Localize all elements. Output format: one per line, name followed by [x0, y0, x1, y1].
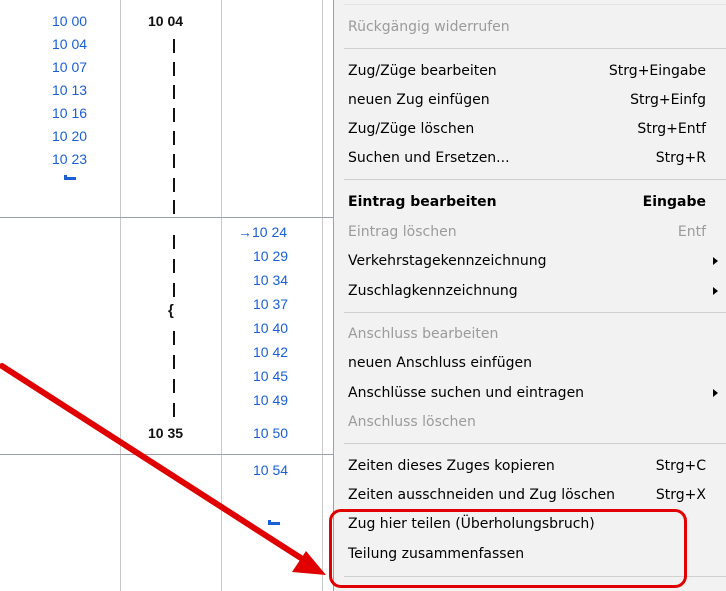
menu-item-surcharge[interactable]: Zuschlagkennzeichnung	[348, 278, 718, 304]
menu-shortcut: Strg+X	[655, 487, 706, 503]
time-cell[interactable]: 10 40	[253, 318, 288, 338]
menu-item-label: Anschluss löschen	[348, 414, 476, 430]
pass-bar-icon	[173, 355, 175, 369]
time-cell-bold[interactable]: 10 04	[148, 11, 183, 31]
row-divider	[0, 217, 333, 218]
menu-shortcut: Entf	[677, 224, 706, 240]
pass-bar-icon	[173, 154, 175, 168]
submenu-arrow-icon	[713, 257, 718, 265]
column-divider	[322, 0, 323, 591]
menu-item-label: Zug/Züge bearbeiten	[348, 63, 497, 79]
menu-item-edit-trains[interactable]: Zug/Züge bearbeiten Strg+Eingabe	[348, 58, 708, 84]
time-cell[interactable]: 10 07	[52, 57, 87, 77]
menu-shortcut: Strg+Entf	[637, 121, 706, 137]
menu-item-label: Anschlüsse suchen und eintragen	[348, 385, 585, 401]
pass-bar-icon	[173, 379, 175, 393]
submenu-arrow-icon	[713, 287, 718, 295]
time-cell[interactable]: 10 50	[253, 423, 288, 443]
menu-item-label: Eintrag bearbeiten	[348, 194, 497, 210]
time-cell[interactable]: 10 16	[52, 103, 87, 123]
menu-shortcut: Eingabe	[642, 194, 706, 210]
pass-bar-icon	[173, 331, 175, 345]
menu-item-label: Zuschlagkennzeichnung	[348, 283, 518, 299]
menu-item-undo[interactable]: Rückgängig widerrufen	[348, 14, 708, 40]
menu-item-edit-entry[interactable]: Eintrag bearbeiten Eingabe	[348, 189, 708, 215]
menu-item-label: Anschluss bearbeiten	[348, 326, 499, 342]
pass-bar-icon	[173, 259, 175, 273]
time-cell[interactable]: 10 29	[253, 246, 288, 266]
menu-item-delete-entry[interactable]: Eintrag löschen Entf	[348, 219, 708, 245]
highlight-box	[329, 509, 687, 588]
pass-bar-icon	[173, 178, 175, 192]
menu-item-label: neuen Anschluss einfügen	[348, 355, 532, 371]
menu-item-label: Zeiten ausschneiden und Zug löschen	[348, 487, 616, 503]
time-cell[interactable]: 10 42	[253, 342, 288, 362]
time-cell[interactable]: 10 23	[52, 149, 87, 169]
menu-item-label: Rückgängig widerrufen	[348, 19, 510, 35]
menu-separator	[344, 443, 726, 444]
brace-icon: {	[168, 302, 174, 319]
time-cell[interactable]: 10 34	[253, 270, 288, 290]
menu-shortcut: Strg+Einfg	[630, 92, 706, 108]
menu-item-label: Verkehrstagekennzeichnung	[348, 253, 547, 269]
time-cell[interactable]: 10 49	[253, 390, 288, 410]
menu-separator	[344, 48, 726, 49]
menu-item-label: Eintrag löschen	[348, 224, 457, 240]
menu-item-insert-connection[interactable]: neuen Anschluss einfügen	[348, 350, 708, 376]
menu-item-traffic-days[interactable]: Verkehrstagekennzeichnung	[348, 248, 718, 274]
menu-item-copy-times[interactable]: Zeiten dieses Zuges kopieren Strg+C	[348, 453, 708, 479]
submenu-arrow-icon	[713, 389, 718, 397]
menu-shortcut: Strg+R	[655, 150, 706, 166]
menu-item-insert-train[interactable]: neuen Zug einfügen Strg+Einfg	[348, 87, 708, 113]
time-cell[interactable]: 10 04	[52, 34, 87, 54]
pass-bar-icon	[173, 235, 175, 249]
context-menu: Rückgängig widerrufen Zug/Züge bearbeite…	[333, 0, 726, 591]
split-corner-icon	[268, 520, 280, 525]
menu-item-delete-connection[interactable]: Anschluss löschen	[348, 409, 708, 435]
pass-bar-icon	[173, 62, 175, 76]
pass-bar-icon	[173, 131, 175, 145]
menu-separator	[344, 4, 726, 5]
menu-separator	[344, 179, 726, 180]
pass-bar-icon	[173, 403, 175, 417]
menu-item-edit-connection[interactable]: Anschluss bearbeiten	[348, 321, 708, 347]
column-divider	[120, 0, 121, 591]
menu-item-label: Zeiten dieses Zuges kopieren	[348, 458, 555, 474]
time-cell[interactable]: 10 54	[253, 460, 288, 480]
menu-shortcut: Strg+C	[655, 458, 706, 474]
time-cell[interactable]: 10 37	[253, 294, 288, 314]
time-cell[interactable]: 10 13	[52, 80, 87, 100]
time-cell[interactable]: 10 20	[52, 126, 87, 146]
column-divider	[221, 0, 222, 591]
pass-bar-icon	[173, 39, 175, 53]
time-cell[interactable]: 10 00	[52, 11, 87, 31]
menu-item-find-connections[interactable]: Anschlüsse suchen und eintragen	[348, 380, 718, 406]
pass-bar-icon	[173, 200, 175, 214]
pass-bar-icon	[173, 283, 175, 297]
time-cell-bold[interactable]: 10 35	[148, 423, 183, 443]
menu-item-cut-times[interactable]: Zeiten ausschneiden und Zug löschen Strg…	[348, 482, 708, 508]
menu-item-label: Suchen und Ersetzen...	[348, 150, 510, 166]
menu-item-label: neuen Zug einfügen	[348, 92, 490, 108]
menu-item-delete-trains[interactable]: Zug/Züge löschen Strg+Entf	[348, 116, 708, 142]
time-cell[interactable]: →10 24	[238, 222, 287, 242]
pass-bar-icon	[173, 85, 175, 99]
pass-bar-icon	[173, 108, 175, 122]
menu-separator	[344, 312, 726, 313]
menu-shortcut: Strg+Eingabe	[608, 63, 706, 79]
menu-item-find-replace[interactable]: Suchen und Ersetzen... Strg+R	[348, 145, 708, 171]
menu-item-label: Zug/Züge löschen	[348, 121, 475, 137]
row-divider	[0, 454, 333, 455]
split-corner-icon	[64, 175, 76, 180]
time-cell[interactable]: 10 45	[253, 366, 288, 386]
